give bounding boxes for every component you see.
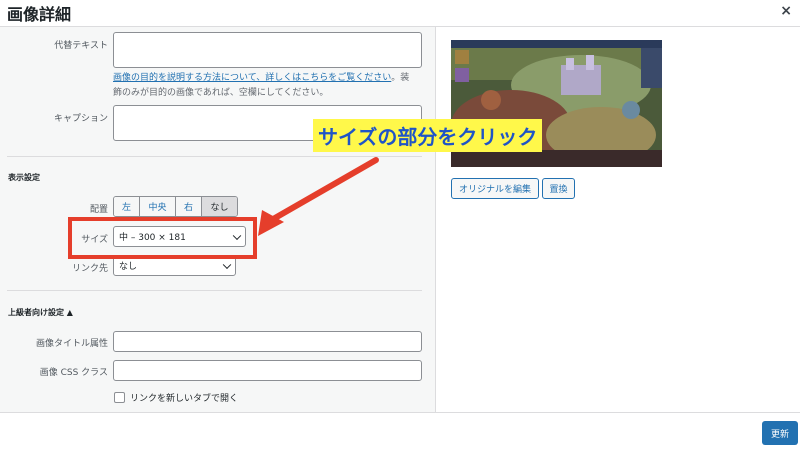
new-tab-checkbox[interactable] (114, 392, 125, 403)
modal-footer (0, 412, 800, 452)
modal-header: 画像詳細 × (0, 0, 800, 26)
link-to-select-value: なし (119, 262, 138, 272)
divider (7, 290, 422, 291)
edit-original-button[interactable]: オリジナルを編集 (451, 178, 539, 199)
align-none-button[interactable]: なし (202, 197, 237, 216)
link-to-label: リンク先 (71, 264, 108, 274)
alt-help-link[interactable]: 画像の目的を説明する方法について、詳しくはこちらをご覧ください (113, 73, 391, 83)
annotation-callout: サイズの部分をクリック (313, 119, 543, 152)
caption-label: キャプション (53, 114, 108, 124)
alt-help-text: 画像の目的を説明する方法について、詳しくはこちらをご覧ください。装 飾のみが目的… (113, 73, 410, 98)
alignment-label: 配置 (89, 205, 108, 215)
modal-title: 画像詳細 (7, 5, 72, 24)
close-icon[interactable]: × (780, 3, 792, 19)
alt-text-field[interactable] (113, 32, 422, 68)
update-button[interactable]: 更新 (762, 421, 798, 445)
chevron-down-icon (222, 260, 232, 269)
divider (7, 156, 422, 157)
alignment-button-group: 左 中央 右 なし (113, 196, 238, 217)
advanced-settings-toggle[interactable]: 上級者向け設定 ▲ (8, 307, 73, 318)
align-left-button[interactable]: 左 (114, 197, 140, 216)
image-css-class-field[interactable] (113, 360, 422, 381)
image-css-class-label: 画像 CSS クラス (39, 368, 108, 378)
display-settings-heading: 表示設定 (8, 173, 40, 182)
replace-button[interactable]: 置換 (542, 178, 575, 199)
alt-text-label: 代替テキスト (54, 41, 108, 51)
align-right-button[interactable]: 右 (176, 197, 202, 216)
image-title-attr-label: 画像タイトル属性 (35, 339, 108, 349)
align-center-button[interactable]: 中央 (140, 197, 176, 216)
new-tab-label: リンクを新しいタブで開く (130, 394, 239, 404)
image-title-attr-field[interactable] (113, 331, 422, 352)
size-highlight-box (68, 217, 257, 259)
